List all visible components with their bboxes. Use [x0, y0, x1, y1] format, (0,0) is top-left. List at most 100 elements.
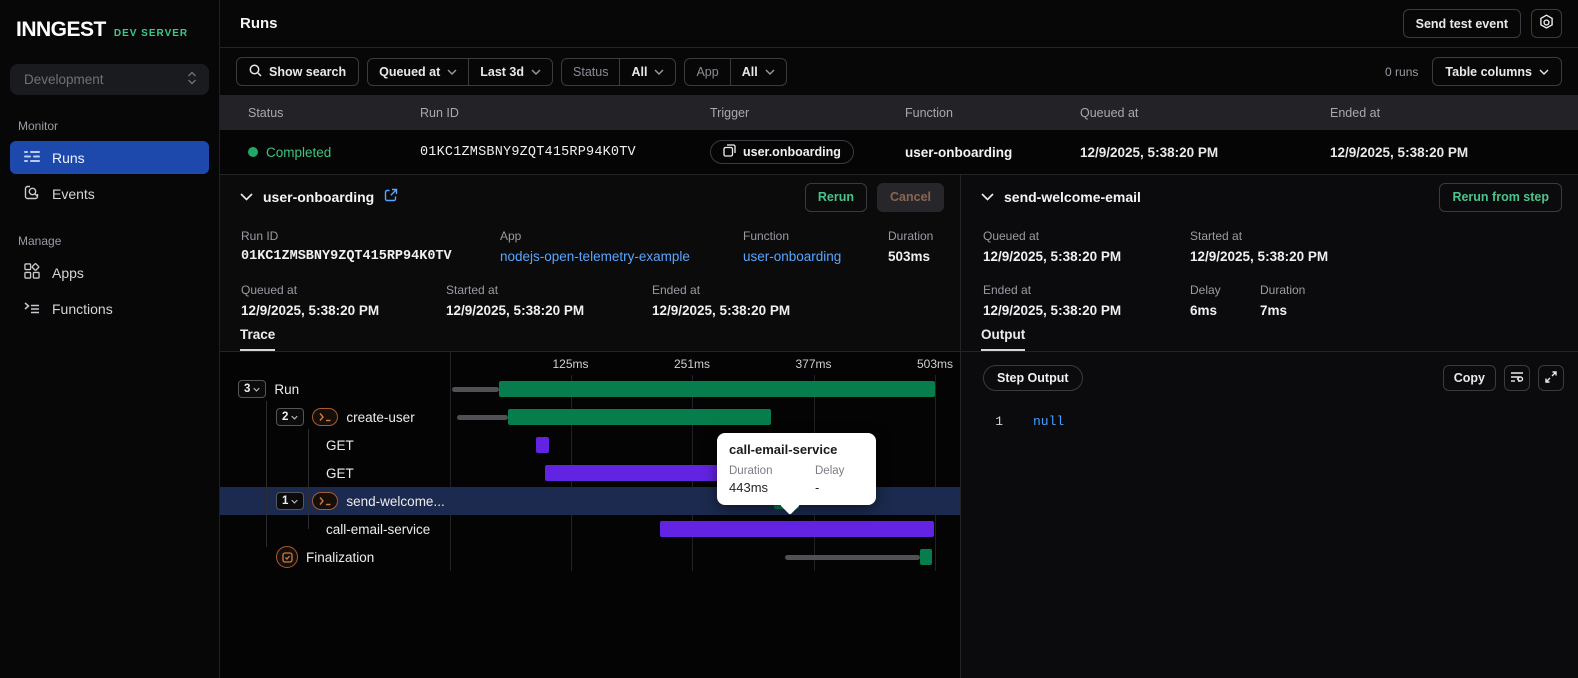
trace-tabs: Trace [220, 325, 960, 352]
run-id-cell: 01KC1ZMSBNY9ZQT415RP94K0TV [420, 144, 636, 160]
rerun-button[interactable]: Rerun [804, 182, 867, 212]
expand-button[interactable] [1538, 365, 1564, 391]
tooltip-delay-label: Delay [815, 465, 845, 477]
sidebar-item-runs[interactable]: Runs [10, 141, 209, 174]
span-label: Run [274, 381, 300, 397]
time-range-dropdown[interactable]: Last 3d [469, 59, 552, 85]
queue-duration-line[interactable] [451, 387, 500, 392]
gear-icon [1538, 13, 1555, 34]
step-duration-value: 7ms [1260, 303, 1288, 318]
sidebar-item-events[interactable]: Events [10, 177, 209, 210]
events-icon [24, 185, 40, 203]
sidebar-section-manage: Manage [18, 234, 62, 248]
step-icon [312, 492, 339, 510]
step-detail-panel: send-welcome-email Rerun from step Queue… [961, 175, 1578, 678]
word-wrap-button[interactable] [1504, 365, 1530, 391]
tab-trace[interactable]: Trace [240, 327, 276, 351]
chevron-down-icon [253, 387, 261, 392]
step-icon [312, 408, 339, 426]
tooltip-title: call-email-service [729, 442, 838, 457]
span-duration-bar[interactable] [545, 465, 740, 481]
ended-at-value: 12/9/2025, 5:38:20 PM [652, 303, 791, 318]
page-title: Runs [240, 15, 278, 32]
status-filter: Status All [561, 57, 677, 86]
chevron-down-icon[interactable] [981, 188, 994, 206]
collapse-count-badge[interactable]: 3 [238, 380, 267, 398]
step-detail-header: send-welcome-email Rerun from step [961, 175, 1578, 219]
chevron-down-icon [447, 69, 457, 75]
run-table-row[interactable]: Completed 01KC1ZMSBNY9ZQT415RP94K0TV use… [220, 130, 1578, 174]
line-number: 1 [995, 414, 1003, 429]
function-label: Function [743, 229, 790, 243]
chevron-down-icon [291, 415, 299, 420]
copy-button[interactable]: Copy [1442, 365, 1496, 391]
chevron-down-icon[interactable] [240, 188, 253, 206]
functions-icon [24, 301, 40, 317]
time-tick: 503ms [916, 357, 954, 371]
trace-tooltip: call-email-service Duration Delay 443ms … [717, 433, 876, 515]
span-duration-bar[interactable] [919, 549, 933, 565]
step-output-badge: Step Output [983, 365, 1083, 391]
column-header-trigger: Trigger [710, 105, 750, 120]
span-duration-bar[interactable] [660, 521, 935, 537]
sidebar-item-label: Runs [52, 149, 85, 166]
span-duration-bar[interactable] [499, 381, 935, 397]
tab-output[interactable]: Output [981, 327, 1026, 351]
sidebar-item-apps[interactable]: Apps [10, 256, 209, 289]
settings-button[interactable] [1531, 9, 1562, 38]
queue-duration-line[interactable] [784, 555, 920, 560]
function-link[interactable]: user-onboarding [743, 249, 888, 264]
word-wrap-icon [1510, 371, 1524, 386]
chevron-down-icon [654, 69, 664, 75]
status-filter-dropdown[interactable]: All [620, 59, 675, 85]
chevron-up-down-icon [187, 71, 197, 88]
step-delay-value: 6ms [1190, 303, 1218, 318]
trigger-event-pill[interactable]: user.onboarding [710, 140, 854, 164]
table-columns-button[interactable]: Table columns [1432, 57, 1562, 86]
queued-at-label: Queued at [241, 283, 298, 297]
duration-label: Duration [888, 229, 934, 243]
app-filter-dropdown[interactable]: All [731, 59, 786, 85]
time-tick: 377ms [795, 357, 832, 371]
trace-row-run[interactable]: 3 Run [220, 375, 960, 403]
rerun-from-step-button[interactable]: Rerun from step [1439, 182, 1562, 212]
step-queued-at-label: Queued at [983, 229, 1040, 243]
sidebar-item-functions[interactable]: Functions [10, 292, 209, 325]
span-duration-bar[interactable] [507, 409, 772, 425]
app-link[interactable]: nodejs-open-telemetry-example [500, 249, 743, 264]
search-icon [249, 64, 262, 80]
started-at-label: Started at [446, 283, 499, 297]
trace-row-create-user[interactable]: 2 create-user [220, 403, 960, 431]
step-output-code: 1 null [961, 396, 1578, 678]
environment-select[interactable]: Development [10, 64, 209, 95]
span-label: GET [326, 437, 354, 453]
tooltip-delay-value: - [815, 480, 820, 495]
run-detail-area: user-onboarding Rerun Cancel Run ID 01KC… [220, 174, 1578, 678]
sidebar-section-monitor: Monitor [18, 119, 59, 133]
collapse-count-badge[interactable]: 1 [276, 492, 305, 510]
app-label: App [500, 229, 522, 243]
app-filter-label: App [696, 64, 719, 79]
runs-count: 0 runs [1385, 64, 1419, 79]
send-test-event-button[interactable]: Send test event [1402, 9, 1521, 38]
external-link-icon[interactable] [384, 188, 398, 207]
span-duration-bar[interactable] [535, 437, 550, 453]
dev-server-badge: DEV SERVER [113, 28, 189, 39]
time-filter: Queued at Last 3d [367, 57, 554, 86]
filter-bar: Show search Queued at Last 3d Status All… [220, 48, 1578, 95]
step-meta-row-2: Ended at 12/9/2025, 5:38:20 PM Delay 6ms… [961, 275, 1578, 325]
trace-row-call-email-service[interactable]: call-email-service [220, 515, 960, 543]
tooltip-duration-value: 443ms [729, 480, 769, 495]
step-queued-at-value: 12/9/2025, 5:38:20 PM [983, 249, 1122, 264]
column-header-run-id: Run ID [420, 105, 459, 120]
show-search-button[interactable]: Show search [236, 57, 360, 86]
trace-row-finalization[interactable]: Finalization [220, 543, 960, 571]
queue-duration-line[interactable] [456, 415, 508, 420]
run-queued-at-cell: 12/9/2025, 5:38:20 PM [1080, 144, 1219, 160]
collapse-count-badge[interactable]: 2 [276, 408, 305, 426]
run-detail-panel: user-onboarding Rerun Cancel Run ID 01KC… [220, 175, 961, 678]
chevron-down-icon [291, 499, 299, 504]
time-field-dropdown[interactable]: Queued at [368, 59, 468, 85]
tooltip-duration-label: Duration [729, 465, 773, 477]
output-tabs: Output [961, 325, 1578, 352]
